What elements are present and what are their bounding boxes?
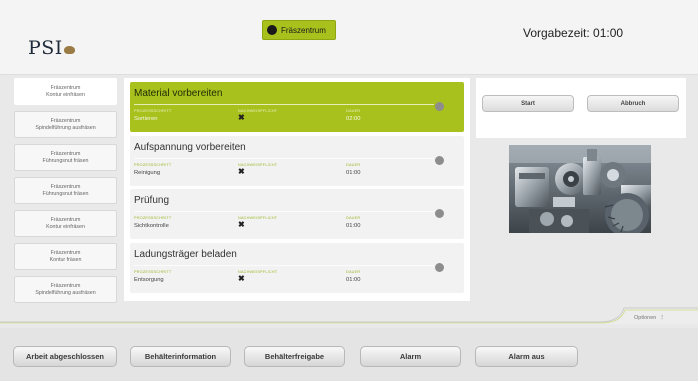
- machine-illustration: [509, 145, 651, 233]
- status-dot-icon: [435, 102, 444, 111]
- duration-field: DAUER 02:00: [346, 109, 361, 122]
- duration-field: DAUER 01:00: [346, 163, 361, 176]
- container-release-button[interactable]: Behälterfreigabe: [244, 346, 345, 367]
- duration-label: DAUER: [346, 216, 361, 220]
- cross-icon: ✖: [238, 166, 245, 176]
- alarm-button[interactable]: Alarm: [360, 346, 461, 367]
- sidebar-item-station: Fräszentrum: [50, 117, 81, 124]
- process-step-field: PROZESSSCHRITT Sichtkontrolle: [134, 216, 171, 229]
- work-step-sidebar: Fräszentrum Kontur einfräsen Fräszentrum…: [14, 78, 117, 309]
- sidebar-item-station: Fräszentrum: [50, 84, 81, 91]
- sidebar-item-label: Kontur einfräsen: [46, 223, 85, 230]
- operation-title: Aufspannung vorbereiten: [134, 141, 246, 153]
- process-step-label: PROZESSSCHRITT: [134, 109, 172, 113]
- duration-label: DAUER: [346, 162, 361, 167]
- options-menu[interactable]: Optionen ⋮: [634, 315, 665, 321]
- cancel-button[interactable]: Abbruch: [587, 95, 679, 112]
- machine-image: [509, 145, 651, 233]
- sidebar-item-label: Kontur einfräsen: [46, 91, 85, 98]
- logo-mark-icon: [63, 46, 75, 54]
- app-window: PSI Fräszentrum Vorgabezeit: 01:00 Fräsz…: [0, 0, 698, 381]
- sidebar-item-label: Spindelführung ausfräsen: [35, 124, 96, 131]
- operation-card[interactable]: Prüfung PROZESSSCHRITT Sichtkontrolle NA…: [130, 189, 464, 239]
- kebab-menu-icon: ⋮: [659, 315, 665, 321]
- process-step-field: PROZESSSCHRITT Reinigung: [134, 163, 171, 176]
- process-step-value: Entsorgung: [134, 276, 164, 283]
- process-step-value: Sichtkontrolle: [134, 223, 169, 229]
- sidebar-item[interactable]: Fräszentrum Kontur einfräsen: [14, 78, 117, 105]
- sidebar-item[interactable]: Fräszentrum Kontur einfräsen: [14, 210, 117, 237]
- duration-value: 01:00: [346, 223, 361, 229]
- process-step-field: PROZESSSCHRITT Sortieren: [134, 109, 171, 122]
- sidebar-item[interactable]: Fräszentrum Spindelführung ausfräsen: [14, 276, 117, 303]
- operation-title: Ladungsträger beladen: [134, 248, 237, 260]
- container-info-button[interactable]: Behälterinformation: [130, 346, 231, 367]
- process-step-value: Reinigung: [134, 169, 161, 176]
- sidebar-item-station: Fräszentrum: [50, 249, 81, 256]
- alarm-off-button[interactable]: Alarm aus: [475, 346, 578, 367]
- status-dot-icon: [435, 155, 444, 165]
- operation-card[interactable]: Aufspannung vorbereiten PROZESSSCHRITT R…: [130, 135, 464, 186]
- status-dot-icon: [267, 25, 277, 35]
- logo-text: PSI: [28, 37, 63, 59]
- sidebar-item[interactable]: Fräszentrum Führungsnut fräsen: [14, 177, 117, 204]
- verification-label: NACHWEISPFLICHT: [238, 269, 278, 274]
- divider: [134, 104, 434, 105]
- cross-icon: ✖: [238, 113, 245, 122]
- sidebar-item-station: Fräszentrum: [50, 150, 81, 157]
- process-step-label: PROZESSSCHRITT: [134, 269, 172, 274]
- operation-card[interactable]: Material vorbereiten PROZESSSCHRITT Sort…: [130, 82, 464, 132]
- duration-label: DAUER: [346, 269, 361, 274]
- sidebar-item-label: Führungsnut fräsen: [42, 190, 89, 197]
- verification-field: NACHWEISPFLICHT ✖: [238, 109, 277, 122]
- sidebar-item-station: Fräszentrum: [50, 183, 81, 190]
- process-step-label: PROZESSSCHRITT: [134, 216, 172, 220]
- divider: [134, 264, 434, 266]
- sidebar-item-label: Spindelführung ausfräsen: [35, 289, 96, 296]
- operation-title: Material vorbereiten: [134, 88, 223, 99]
- sidebar-item[interactable]: Fräszentrum Führungsnut fräsen: [14, 144, 117, 171]
- header: PSI Fräszentrum Vorgabezeit: 01:00: [0, 0, 698, 75]
- cross-icon: ✖: [238, 273, 245, 283]
- duration-label: DAUER: [346, 109, 361, 113]
- duration-field: DAUER 01:00: [346, 216, 361, 229]
- psi-logo: PSI: [28, 37, 75, 59]
- sidebar-item-station: Fräszentrum: [50, 282, 81, 289]
- duration-field: DAUER 01:00: [346, 270, 361, 283]
- action-panel: Start Abbruch: [476, 78, 686, 138]
- options-divider: [0, 307, 698, 324]
- sidebar-item[interactable]: Fräszentrum Spindelführung ausfräsen: [14, 111, 117, 138]
- divider: [134, 211, 434, 212]
- operation-title: Prüfung: [134, 195, 170, 206]
- verification-field: NACHWEISPFLICHT ✖: [238, 270, 277, 283]
- sidebar-item-label: Kontur fräsen: [49, 256, 82, 263]
- status-dot-icon: [435, 209, 444, 218]
- sidebar-item-station: Fräszentrum: [50, 216, 81, 223]
- start-button[interactable]: Start: [482, 95, 574, 112]
- station-badge[interactable]: Fräszentrum: [262, 20, 336, 40]
- duration-value: 01:00: [346, 169, 361, 176]
- operations-panel: Material vorbereiten PROZESSSCHRITT Sort…: [124, 78, 470, 301]
- verification-label: NACHWEISPFLICHT: [238, 162, 278, 167]
- options-label: Optionen: [634, 315, 657, 321]
- cross-icon: ✖: [238, 220, 245, 229]
- operation-card[interactable]: Ladungsträger beladen PROZESSSCHRITT Ent…: [130, 242, 464, 293]
- sidebar-item-label: Führungsnut fräsen: [42, 157, 89, 164]
- verification-field: NACHWEISPFLICHT ✖: [238, 216, 277, 229]
- verification-field: NACHWEISPFLICHT ✖: [238, 163, 277, 176]
- work-completed-button[interactable]: Arbeit abgeschlossen: [13, 346, 117, 367]
- process-step-label: PROZESSSCHRITT: [134, 162, 172, 167]
- duration-value: 02:00: [346, 116, 361, 122]
- duration-value: 01:00: [346, 276, 361, 283]
- divider: [134, 157, 434, 159]
- station-label: Fräszentrum: [281, 25, 326, 35]
- status-dot-icon: [435, 262, 444, 272]
- target-time: Vorgabezeit: 01:00: [523, 26, 624, 40]
- sidebar-item[interactable]: Fräszentrum Kontur fräsen: [14, 243, 117, 270]
- process-step-value: Sortieren: [134, 116, 158, 122]
- process-step-field: PROZESSSCHRITT Entsorgung: [134, 270, 171, 283]
